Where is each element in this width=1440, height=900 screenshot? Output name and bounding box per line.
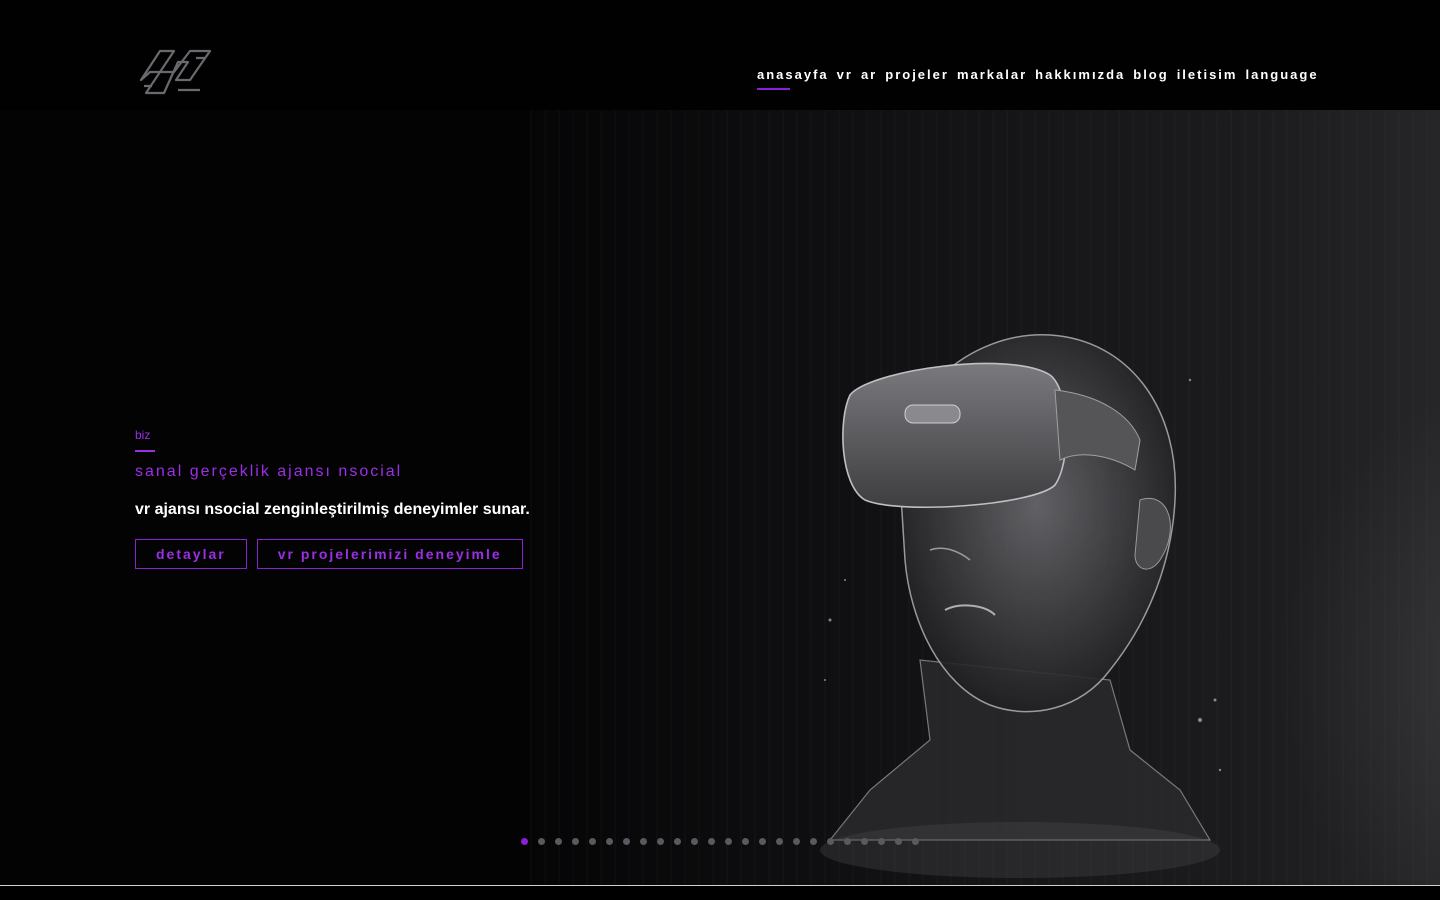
slider-dot[interactable] — [521, 838, 528, 845]
experience-vr-projects-button[interactable]: vr projelerimizi deneyimle — [256, 539, 523, 569]
slider-dot[interactable] — [538, 838, 545, 845]
hero-buttons: detaylar vr projelerimizi deneyimle — [135, 539, 555, 569]
hero-headline: sanal gerçeklik ajansı nsocial — [135, 463, 403, 480]
eyebrow-underline — [135, 450, 155, 452]
slider-dot[interactable] — [674, 838, 681, 845]
slider-dot[interactable] — [725, 838, 732, 845]
slider-dot[interactable] — [878, 838, 885, 845]
slider-dot[interactable] — [827, 838, 834, 845]
nav-item-iletisim[interactable]: iletisim — [1177, 66, 1238, 84]
nsocial-logo-icon[interactable] — [138, 46, 212, 98]
slider-dot[interactable] — [895, 838, 902, 845]
slider-dot[interactable] — [844, 838, 851, 845]
main-nav: anasayfa vr ar projeler markalar hakkımı… — [757, 66, 1319, 90]
slider-dot[interactable] — [793, 838, 800, 845]
hero-eyebrow: biz — [135, 428, 151, 442]
slider-dot[interactable] — [640, 838, 647, 845]
vr-headset-head-icon — [820, 334, 1222, 878]
slider-dot[interactable] — [623, 838, 630, 845]
nav-item-hakkimizda[interactable]: hakkımızda — [1035, 66, 1125, 84]
hero-subhead: vr ajansı nsocial zenginleştirilmiş dene… — [135, 501, 530, 518]
slider-dot[interactable] — [606, 838, 613, 845]
details-button[interactable]: detaylar — [135, 539, 247, 569]
slider-dot[interactable] — [589, 838, 596, 845]
slider-dot[interactable] — [776, 838, 783, 845]
nav-item-vr[interactable]: vr — [837, 66, 853, 84]
hero-image — [530, 110, 1440, 885]
bottom-bar — [0, 885, 1440, 900]
nav-item-projeler[interactable]: projeler — [885, 66, 949, 84]
slider-dot[interactable] — [572, 838, 579, 845]
site-header: anasayfa vr ar projeler markalar hakkımı… — [0, 0, 1440, 110]
slider-dot[interactable] — [912, 838, 919, 845]
slider-pagination — [521, 838, 919, 845]
slider-dot[interactable] — [691, 838, 698, 845]
slider-dot[interactable] — [657, 838, 664, 845]
nav-item-blog[interactable]: blog — [1133, 66, 1168, 84]
slider-dot[interactable] — [861, 838, 868, 845]
hero-content: biz sanal gerçeklik ajansı nsocial vr aj… — [135, 428, 555, 569]
slider-dot[interactable] — [708, 838, 715, 845]
nav-item-ar[interactable]: ar — [861, 66, 877, 84]
slider-dot[interactable] — [810, 838, 817, 845]
nav-item-anasayfa[interactable]: anasayfa — [757, 66, 829, 90]
slider-dot[interactable] — [759, 838, 766, 845]
slider-dot[interactable] — [555, 838, 562, 845]
page: anasayfa vr ar projeler markalar hakkımı… — [0, 0, 1440, 900]
nav-item-markalar[interactable]: markalar — [957, 66, 1027, 84]
nav-item-language[interactable]: language — [1245, 66, 1318, 84]
slider-dot[interactable] — [742, 838, 749, 845]
